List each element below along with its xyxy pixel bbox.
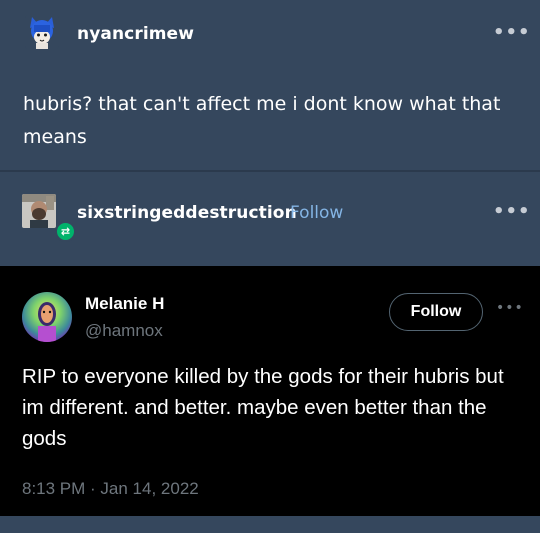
post-divider	[0, 170, 540, 172]
reblog-more-icon[interactable]: •••	[493, 201, 531, 222]
tweet-display-name[interactable]: Melanie H	[85, 294, 164, 314]
tweet-timestamp[interactable]: 8:13 PM · Jan 14, 2022	[22, 479, 199, 499]
reblog-icon: ⇄	[55, 221, 76, 242]
tumblr-post: nyancrimew ••• hubris? that can't affect…	[0, 0, 540, 533]
reblog-author-name[interactable]: sixstringeddestruction	[77, 203, 297, 223]
nyancrimew-avatar[interactable]	[25, 15, 59, 49]
tweet-text: RIP to everyone killed by the gods for t…	[22, 365, 504, 450]
post-author-name[interactable]: nyancrimew	[77, 24, 194, 44]
reblog-follow-link[interactable]: Follow	[290, 203, 343, 223]
post-body-text: hubris? that can't affect me i dont know…	[23, 93, 501, 148]
tweet-card: Melanie H @hamnox Follow ••• RIP to ever…	[0, 266, 540, 516]
tweet-author-avatar[interactable]	[22, 292, 72, 342]
tweet-follow-button[interactable]: Follow	[389, 293, 483, 331]
reblog-author-avatar[interactable]	[22, 194, 56, 228]
post-bottom-bar	[0, 516, 540, 533]
post-more-icon[interactable]: •••	[493, 22, 531, 43]
tweet-more-icon[interactable]: •••	[496, 300, 524, 316]
tweet-handle[interactable]: @hamnox	[85, 321, 163, 341]
